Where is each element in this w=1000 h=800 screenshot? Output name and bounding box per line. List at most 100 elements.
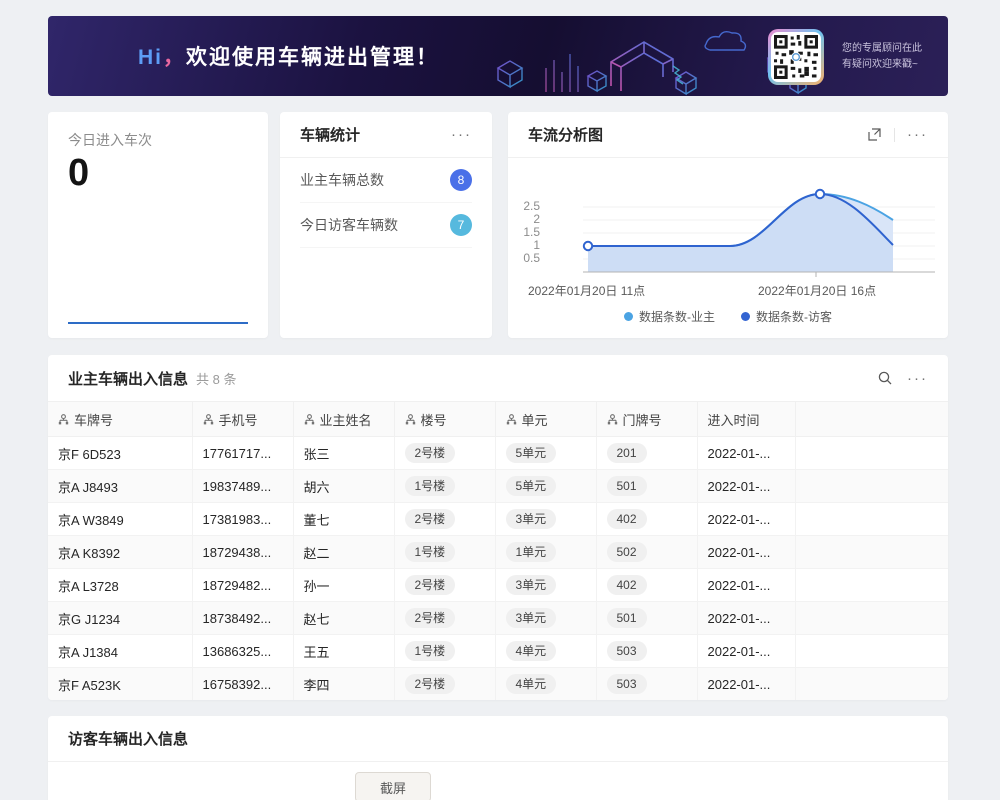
legend-item-owner[interactable]: 数据条数-业主: [624, 308, 715, 325]
qr-caption-line1: 您的专属顾问在此: [842, 41, 922, 57]
column-header-plate[interactable]: 车牌号: [48, 402, 192, 437]
legend-item-visitor[interactable]: 数据条数-访客: [741, 308, 832, 325]
column-header-entry-time[interactable]: 进入时间: [697, 402, 795, 437]
time-cell: 2022-01-...: [697, 602, 795, 635]
table-row[interactable]: 京F 6D523 17761717... 张三 2号楼 5单元 201 2022…: [48, 437, 948, 470]
traffic-chart-card: 车流分析图 ··· 2.5 2 1.5 1 0.5: [508, 112, 948, 338]
column-header-phone[interactable]: 手机号: [192, 402, 293, 437]
table-row[interactable]: 京A W3849 17381983... 董七 2号楼 3单元 402 2022…: [48, 503, 948, 536]
relation-field-icon: [203, 414, 214, 425]
table-row[interactable]: 京A K8392 18729438... 赵二 1号楼 1单元 502 2022…: [48, 536, 948, 569]
empty-cell: [795, 437, 948, 470]
table-row[interactable]: 京A J8493 19837489... 胡六 1号楼 5单元 501 2022…: [48, 470, 948, 503]
unit-cell: 5单元: [495, 470, 596, 503]
building-pill: 1号楼: [405, 641, 456, 661]
sparkline: [68, 322, 248, 324]
unit-cell: 3单元: [495, 503, 596, 536]
door-pill: 402: [607, 575, 647, 595]
phone-cell: 17381983...: [192, 503, 293, 536]
door-cell: 501: [596, 470, 697, 503]
search-icon[interactable]: [877, 370, 893, 386]
time-cell: 2022-01-...: [697, 668, 795, 701]
screenshot-button[interactable]: 截屏: [355, 772, 431, 800]
y-axis-label: 0.5: [512, 251, 540, 265]
banner-title: Hi，欢迎使用车辆进出管理！: [138, 41, 439, 71]
empty-cell: [795, 503, 948, 536]
owner-table-header: 业主车辆出入信息 共 8 条 ···: [48, 355, 948, 401]
entry-count-label: 今日进入车次: [68, 130, 248, 150]
phone-cell: 18729482...: [192, 569, 293, 602]
visitor-table-header: 访客车辆出入信息: [48, 716, 948, 762]
phone-cell: 18738492...: [192, 602, 293, 635]
x-axis-label: 2022年01月20日 16点: [758, 282, 876, 299]
y-axis-label: 2.5: [512, 199, 540, 213]
count-badge: 7: [450, 214, 472, 236]
table-row[interactable]: 京G J1234 18738492... 赵七 2号楼 3单元 501 2022…: [48, 602, 948, 635]
plate-cell: 京A W3849: [48, 503, 192, 536]
table-actions: ···: [877, 370, 928, 386]
door-cell: 503: [596, 635, 697, 668]
building-cell: 2号楼: [394, 503, 495, 536]
stat-row-visitor-today[interactable]: 今日访客车辆数 7: [300, 203, 472, 248]
phone-cell: 19837489...: [192, 470, 293, 503]
time-cell: 2022-01-...: [697, 470, 795, 503]
building-cell: 2号楼: [394, 569, 495, 602]
building-pill: 2号楼: [405, 608, 456, 628]
table-row[interactable]: 京F A523K 16758392... 李四 2号楼 4单元 503 2022…: [48, 668, 948, 701]
building-cell: 1号楼: [394, 536, 495, 569]
unit-pill: 3单元: [506, 575, 557, 595]
plate-cell: 京F A523K: [48, 668, 192, 701]
y-axis-label: 2: [512, 212, 540, 226]
time-cell: 2022-01-...: [697, 437, 795, 470]
empty-cell: [795, 668, 948, 701]
more-icon[interactable]: ···: [451, 127, 472, 142]
y-axis-label: 1.5: [512, 225, 540, 239]
column-header-building[interactable]: 楼号: [394, 402, 495, 437]
column-header-owner-name[interactable]: 业主姓名: [293, 402, 394, 437]
door-cell: 501: [596, 602, 697, 635]
phone-cell: 13686325...: [192, 635, 293, 668]
qr-caption-line2: 有疑问欢迎来戳~: [842, 57, 922, 73]
banner-greeting-comma: ，: [163, 46, 186, 69]
chart-plot-area: [545, 170, 935, 280]
column-header-door[interactable]: 门牌号: [596, 402, 697, 437]
x-axis-label: 2022年01月20日 11点: [528, 282, 645, 299]
name-cell: 赵七: [293, 602, 394, 635]
name-cell: 孙一: [293, 569, 394, 602]
visitor-table-title: 访客车辆出入信息: [68, 728, 188, 749]
phone-cell: 16758392...: [192, 668, 293, 701]
isometric-decoration: [468, 16, 818, 96]
more-icon[interactable]: ···: [907, 127, 928, 142]
entry-count-card: 今日进入车次 0: [48, 112, 268, 338]
name-cell: 王五: [293, 635, 394, 668]
stat-row-owner-total[interactable]: 业主车辆总数 8: [300, 158, 472, 203]
relation-field-icon: [58, 414, 69, 425]
owner-table: 车牌号 手机号 业主姓名 楼号 单元 门: [48, 401, 948, 700]
building-cell: 1号楼: [394, 635, 495, 668]
qr-pattern-icon: [774, 35, 818, 79]
owner-table-title: 业主车辆出入信息: [68, 368, 188, 389]
building-cell: 2号楼: [394, 602, 495, 635]
door-cell: 502: [596, 536, 697, 569]
empty-cell: [795, 470, 948, 503]
door-pill: 502: [607, 542, 647, 562]
qr-code[interactable]: [768, 29, 824, 85]
welcome-banner: Hi，欢迎使用车辆进出管理！: [48, 16, 948, 96]
column-header-empty: [795, 402, 948, 437]
unit-cell: 4单元: [495, 668, 596, 701]
building-pill: 2号楼: [405, 509, 456, 529]
door-pill: 201: [607, 443, 647, 463]
relation-field-icon: [304, 414, 315, 425]
more-icon[interactable]: ···: [907, 371, 928, 386]
expand-icon[interactable]: [867, 127, 882, 142]
traffic-chart-header: 车流分析图 ···: [508, 112, 948, 158]
table-row[interactable]: 京A L3728 18729482... 孙一 2号楼 3单元 402 2022…: [48, 569, 948, 602]
banner-greeting-hi: Hi: [138, 46, 163, 69]
unit-cell: 3单元: [495, 602, 596, 635]
name-cell: 张三: [293, 437, 394, 470]
table-row[interactable]: 京A J1384 13686325... 王五 1号楼 4单元 503 2022…: [48, 635, 948, 668]
building-cell: 1号楼: [394, 470, 495, 503]
column-header-unit[interactable]: 单元: [495, 402, 596, 437]
record-count: 共 8 条: [196, 369, 236, 388]
unit-pill: 5单元: [506, 476, 557, 496]
